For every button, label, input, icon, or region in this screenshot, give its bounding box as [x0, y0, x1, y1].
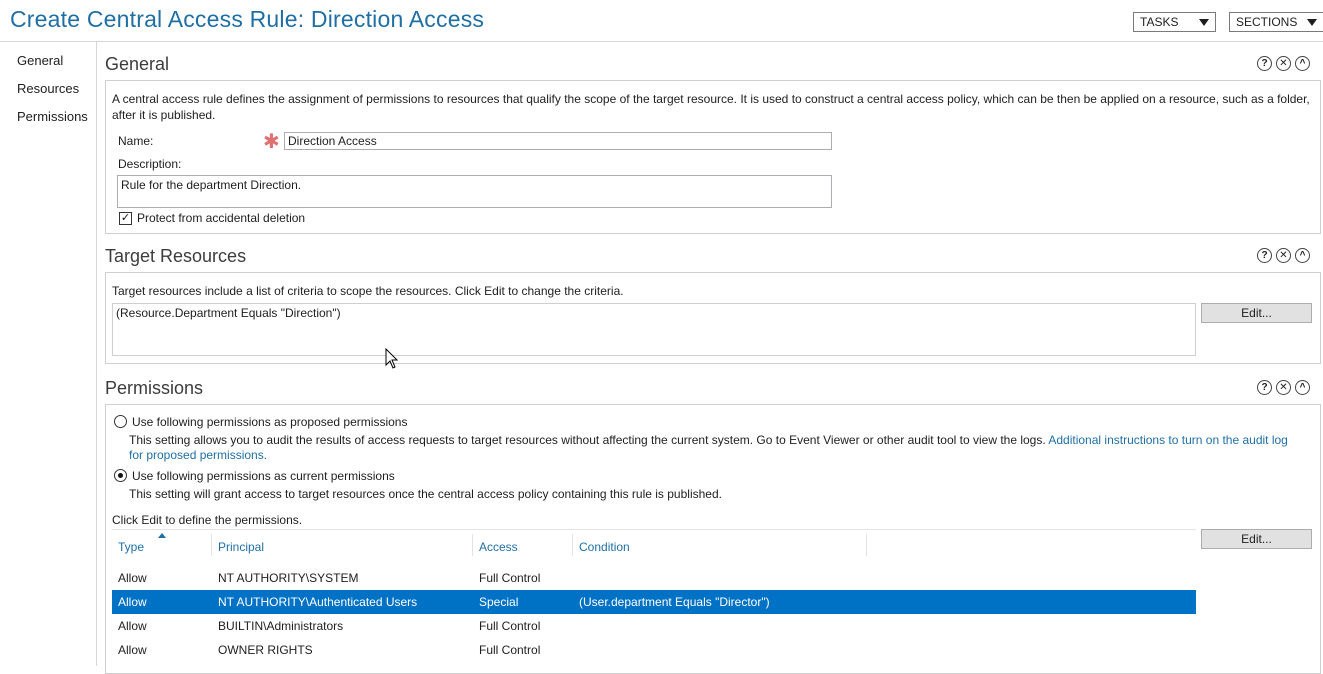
- header-divider: [0, 41, 1323, 42]
- table-row[interactable]: Allow OWNER RIGHTS Full Control: [112, 638, 1196, 662]
- description-label: Description:: [118, 157, 182, 171]
- collapse-icon[interactable]: ^: [1295, 248, 1310, 263]
- table-row-selected[interactable]: Allow NT AUTHORITY\Authenticated Users S…: [112, 590, 1196, 614]
- column-header-condition[interactable]: Condition: [579, 540, 630, 554]
- close-icon[interactable]: ✕: [1276, 56, 1291, 71]
- nav-item-permissions[interactable]: Permissions: [17, 109, 88, 124]
- row-condition: (User.department Equals "Director"): [579, 595, 770, 609]
- name-input[interactable]: Direction Access: [284, 132, 832, 150]
- tasks-label: TASKS: [1140, 15, 1179, 29]
- general-heading: General: [105, 54, 170, 74]
- proposed-permissions-radio[interactable]: [114, 415, 127, 428]
- permissions-heading: Permissions: [105, 378, 204, 398]
- proposed-permissions-label: Use following permissions as proposed pe…: [132, 415, 408, 429]
- target-info-text: Target resources include a list of crite…: [112, 284, 624, 298]
- name-label: Name:: [118, 134, 154, 148]
- table-row[interactable]: Allow NT AUTHORITY\SYSTEM Full Control: [112, 566, 1196, 590]
- row-access: Special: [479, 595, 519, 609]
- row-principal: BUILTIN\Administrators: [218, 619, 344, 633]
- proposed-permissions-description: This setting allows you to audit the res…: [129, 433, 1288, 447]
- help-icon[interactable]: ?: [1257, 380, 1272, 395]
- general-description-text-2: after it is published.: [112, 108, 216, 122]
- audit-instructions-link[interactable]: Additional instructions to turn on the a…: [1048, 433, 1287, 447]
- nav-item-resources[interactable]: Resources: [17, 81, 79, 96]
- column-header-type[interactable]: Type: [118, 540, 144, 554]
- permissions-section-controls: ? ✕ ^: [1257, 380, 1310, 395]
- current-permissions-label: Use following permissions as current per…: [132, 469, 395, 483]
- row-type: Allow: [118, 595, 147, 609]
- mouse-cursor-icon: [385, 348, 399, 369]
- required-asterisk-icon: ✱: [263, 131, 280, 153]
- target-resources-panel: Target resources include a list of crite…: [105, 272, 1321, 364]
- description-input[interactable]: Rule for the department Direction.: [117, 175, 832, 208]
- section-nav: General Resources Permissions: [0, 42, 97, 666]
- target-edit-button[interactable]: Edit...: [1201, 303, 1312, 323]
- criteria-box: (Resource.Department Equals "Direction"): [112, 303, 1196, 356]
- close-icon[interactable]: ✕: [1276, 380, 1291, 395]
- general-description-text: A central access rule defines the assign…: [112, 92, 1310, 106]
- column-separator: [472, 534, 473, 556]
- row-principal: NT AUTHORITY\Authenticated Users: [218, 595, 418, 609]
- column-separator: [572, 534, 573, 556]
- current-permissions-description: This setting will grant access to target…: [129, 487, 722, 501]
- sections-label: SECTIONS: [1236, 15, 1298, 29]
- column-header-principal[interactable]: Principal: [218, 540, 264, 554]
- target-section-controls: ? ✕ ^: [1257, 248, 1310, 263]
- row-access: Full Control: [479, 619, 541, 633]
- help-icon[interactable]: ?: [1257, 248, 1272, 263]
- chevron-down-icon: [1307, 18, 1317, 26]
- tasks-dropdown[interactable]: TASKS: [1133, 12, 1216, 32]
- permissions-table: Type Principal Access Condition Allow NT…: [112, 529, 1196, 666]
- table-row[interactable]: Allow BUILTIN\Administrators Full Contro…: [112, 614, 1196, 638]
- row-access: Full Control: [479, 571, 541, 585]
- protect-checkbox[interactable]: ✓: [119, 212, 132, 225]
- help-icon[interactable]: ?: [1257, 56, 1272, 71]
- page-title: Create Central Access Rule: Direction Ac…: [10, 6, 485, 32]
- general-panel: A central access rule defines the assign…: [105, 80, 1321, 234]
- row-type: Allow: [118, 619, 147, 633]
- sort-ascending-icon: [158, 533, 166, 538]
- proposed-desc-text: This setting allows you to audit the res…: [129, 433, 1046, 447]
- row-principal: OWNER RIGHTS: [218, 643, 313, 657]
- permissions-edit-button[interactable]: Edit...: [1201, 529, 1312, 549]
- collapse-icon[interactable]: ^: [1295, 380, 1310, 395]
- column-separator: [866, 534, 867, 556]
- close-icon[interactable]: ✕: [1276, 248, 1291, 263]
- column-header-access[interactable]: Access: [479, 540, 518, 554]
- current-permissions-radio[interactable]: [114, 469, 127, 482]
- row-principal: NT AUTHORITY\SYSTEM: [218, 571, 359, 585]
- audit-instructions-link-2[interactable]: for proposed permissions.: [129, 448, 267, 462]
- row-access: Full Control: [479, 643, 541, 657]
- column-separator: [211, 534, 212, 556]
- click-edit-text: Click Edit to define the permissions.: [112, 513, 303, 527]
- general-section-controls: ? ✕ ^: [1257, 56, 1310, 71]
- protect-label: Protect from accidental deletion: [137, 211, 306, 225]
- nav-item-general[interactable]: General: [17, 53, 63, 68]
- chevron-down-icon: [1199, 18, 1209, 26]
- sections-dropdown[interactable]: SECTIONS: [1229, 12, 1323, 32]
- row-type: Allow: [118, 571, 147, 585]
- target-resources-heading: Target Resources: [105, 246, 247, 266]
- collapse-icon[interactable]: ^: [1295, 56, 1310, 71]
- row-type: Allow: [118, 643, 147, 657]
